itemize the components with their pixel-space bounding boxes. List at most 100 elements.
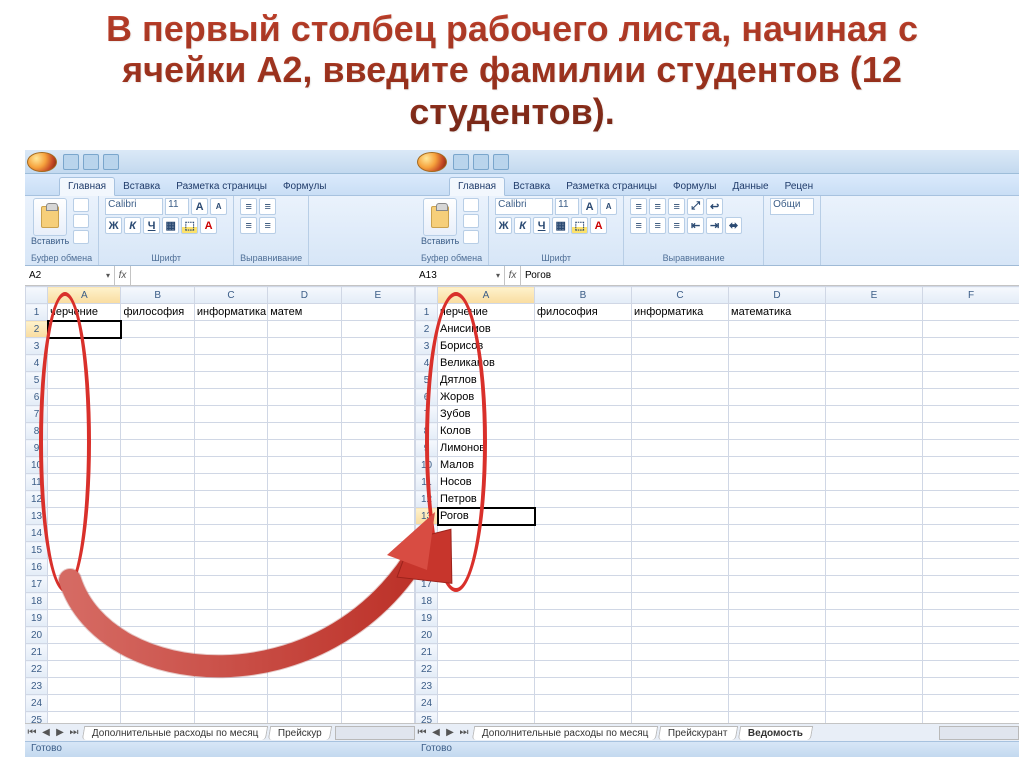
cell[interactable]	[48, 695, 121, 712]
cell[interactable]	[729, 372, 826, 389]
cell[interactable]	[729, 576, 826, 593]
row-header[interactable]: 15	[26, 542, 48, 559]
cell[interactable]	[535, 355, 632, 372]
cell[interactable]	[729, 712, 826, 724]
italic-button[interactable]: К	[124, 217, 141, 234]
cell[interactable]	[535, 321, 632, 338]
cell[interactable]	[48, 542, 121, 559]
cell[interactable]	[826, 321, 923, 338]
row-header[interactable]: 1	[416, 304, 438, 321]
sheet-tab[interactable]: Дополнительные расходы по месяц	[472, 726, 659, 740]
row-header[interactable]: 5	[26, 372, 48, 389]
cell[interactable]: Борисов	[438, 338, 535, 355]
cell[interactable]	[632, 661, 729, 678]
row-header[interactable]: 11	[416, 474, 438, 491]
number-format-select[interactable]: Общи	[770, 198, 814, 215]
cell[interactable]	[923, 508, 1020, 525]
row-header[interactable]: 8	[26, 423, 48, 440]
font-size-select[interactable]: 11	[555, 198, 579, 215]
cell[interactable]: Дятлов	[438, 372, 535, 389]
cell[interactable]	[632, 712, 729, 724]
select-all-corner[interactable]	[416, 287, 438, 304]
cell[interactable]: философия	[121, 304, 194, 321]
cell[interactable]	[121, 644, 194, 661]
font-size-select[interactable]: 11	[165, 198, 189, 215]
cell[interactable]	[438, 661, 535, 678]
paste-button[interactable]	[33, 198, 67, 236]
tab-data[interactable]: Данные	[724, 178, 776, 195]
sheet-nav-next-icon[interactable]: ▶	[53, 727, 67, 738]
cell[interactable]	[535, 661, 632, 678]
tab-insert[interactable]: Вставка	[115, 178, 168, 195]
row-header[interactable]: 14	[416, 525, 438, 542]
tab-insert[interactable]: Вставка	[505, 178, 558, 195]
cell[interactable]: Зубов	[438, 406, 535, 423]
cell[interactable]	[268, 576, 341, 593]
cell[interactable]	[341, 525, 414, 542]
cell[interactable]	[121, 321, 194, 338]
shrink-font-icon[interactable]: A	[600, 198, 617, 215]
cell[interactable]	[826, 491, 923, 508]
cell[interactable]	[438, 644, 535, 661]
bold-button[interactable]: Ж	[495, 217, 512, 234]
cell[interactable]	[268, 542, 341, 559]
cell[interactable]	[923, 389, 1020, 406]
sheet-nav-prev-icon[interactable]: ◀	[39, 727, 53, 738]
cell[interactable]	[438, 593, 535, 610]
qat-undo-icon[interactable]	[473, 154, 489, 170]
cell[interactable]	[632, 491, 729, 508]
cell[interactable]	[923, 474, 1020, 491]
sheet-nav-first-icon[interactable]: ⏮	[415, 727, 429, 738]
cell[interactable]	[535, 372, 632, 389]
cell[interactable]	[729, 525, 826, 542]
cell[interactable]	[923, 593, 1020, 610]
cell[interactable]	[268, 406, 341, 423]
cell[interactable]	[632, 474, 729, 491]
cell[interactable]: Великанов	[438, 355, 535, 372]
cell[interactable]	[341, 695, 414, 712]
cell[interactable]	[729, 610, 826, 627]
row-header[interactable]: 10	[26, 457, 48, 474]
cell[interactable]	[729, 508, 826, 525]
cell[interactable]	[341, 474, 414, 491]
column-header[interactable]: D	[268, 287, 341, 304]
row-header[interactable]: 9	[26, 440, 48, 457]
cell[interactable]	[121, 491, 194, 508]
cell[interactable]	[826, 406, 923, 423]
border-icon[interactable]: ▦	[552, 217, 569, 234]
cell[interactable]	[632, 678, 729, 695]
font-name-select[interactable]: Calibri	[105, 198, 163, 215]
cell[interactable]	[268, 423, 341, 440]
cell[interactable]	[729, 695, 826, 712]
cell[interactable]	[194, 525, 267, 542]
cell[interactable]	[48, 508, 121, 525]
cell[interactable]	[535, 406, 632, 423]
align-center-icon[interactable]: ≡	[259, 217, 276, 234]
cell[interactable]	[535, 576, 632, 593]
cell[interactable]	[341, 576, 414, 593]
cell[interactable]	[268, 457, 341, 474]
cell[interactable]	[923, 542, 1020, 559]
wrap-text-icon[interactable]: ↩	[706, 198, 723, 215]
name-box[interactable]: A13	[415, 266, 505, 285]
row-header[interactable]: 23	[26, 678, 48, 695]
cell[interactable]	[729, 457, 826, 474]
sheet-tab[interactable]: Прейскур	[268, 726, 332, 740]
row-header[interactable]: 13	[416, 508, 438, 525]
row-header[interactable]: 4	[26, 355, 48, 372]
cell[interactable]	[194, 338, 267, 355]
cell[interactable]	[632, 627, 729, 644]
cell[interactable]: Анисимов	[438, 321, 535, 338]
cell[interactable]	[729, 542, 826, 559]
cell[interactable]	[121, 593, 194, 610]
cell[interactable]	[729, 321, 826, 338]
cell[interactable]	[826, 542, 923, 559]
cell[interactable]	[729, 593, 826, 610]
cell[interactable]	[121, 457, 194, 474]
cell[interactable]	[194, 457, 267, 474]
cell[interactable]	[923, 457, 1020, 474]
cell[interactable]	[632, 508, 729, 525]
cell[interactable]	[632, 525, 729, 542]
cell[interactable]	[268, 355, 341, 372]
column-header[interactable]: F	[923, 287, 1020, 304]
